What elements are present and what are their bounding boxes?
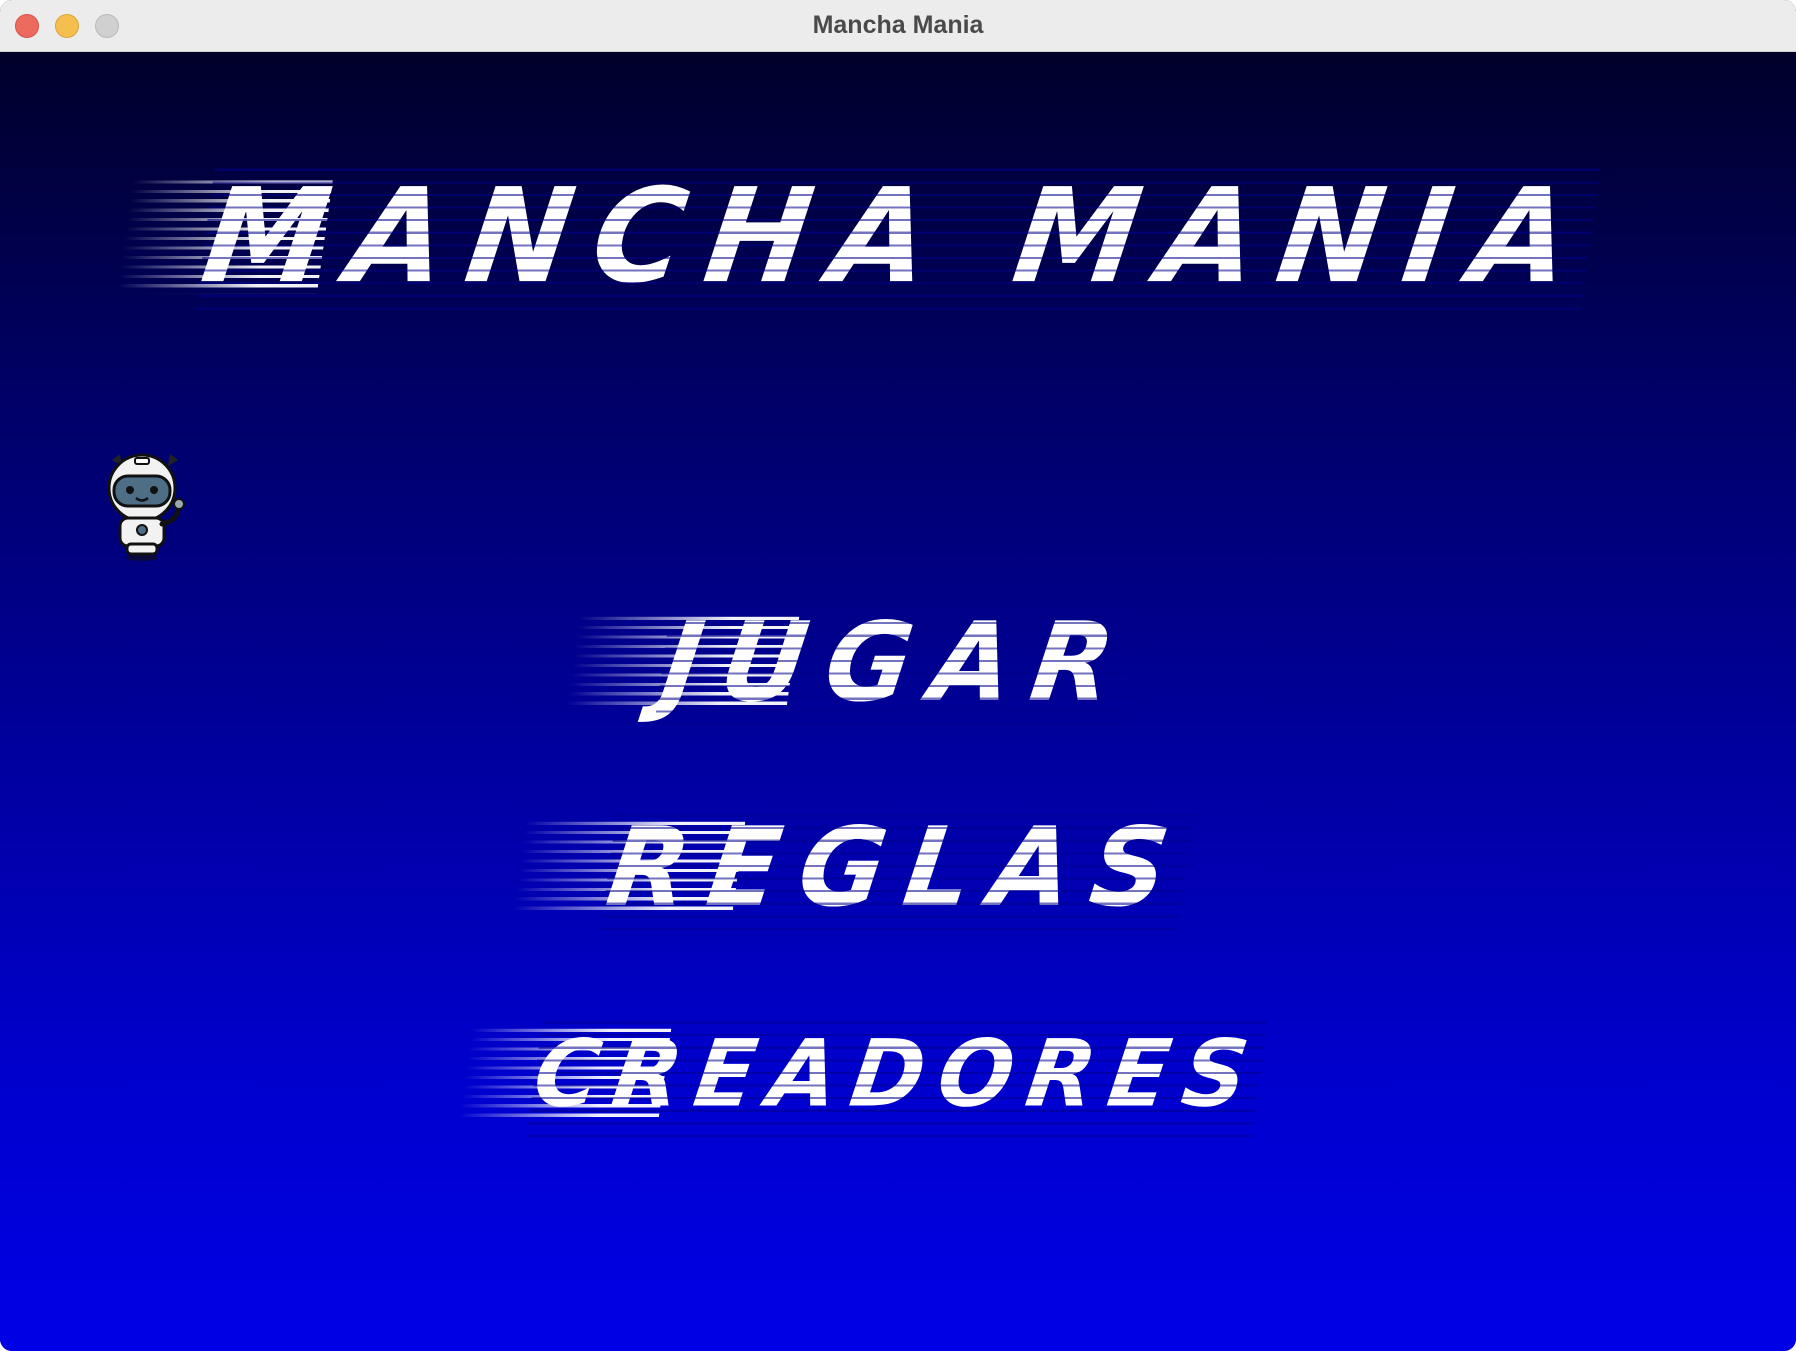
window-title: Mancha Mania (812, 11, 984, 39)
game-canvas[interactable]: Mancha Mania (0, 52, 1796, 1351)
menu-item-creadores[interactable]: Creadores (0, 1011, 1796, 1137)
speed-lines-decoration (458, 1028, 672, 1120)
speed-lines-decoration (116, 180, 333, 294)
game-window: Mancha Mania Mancha Mania (0, 0, 1796, 1351)
speed-lines-decoration (512, 821, 746, 913)
robot-astronaut-icon (107, 453, 185, 561)
game-title: Mancha Mania (0, 158, 1796, 316)
title-bar: Mancha Mania (0, 0, 1796, 52)
speed-lines-decoration (567, 616, 800, 708)
game-title-text: Mancha Mania (194, 161, 1602, 313)
menu-item-jugar[interactable]: Jugar (0, 598, 1796, 726)
menu-item-reglas[interactable]: Reglas (0, 803, 1796, 931)
